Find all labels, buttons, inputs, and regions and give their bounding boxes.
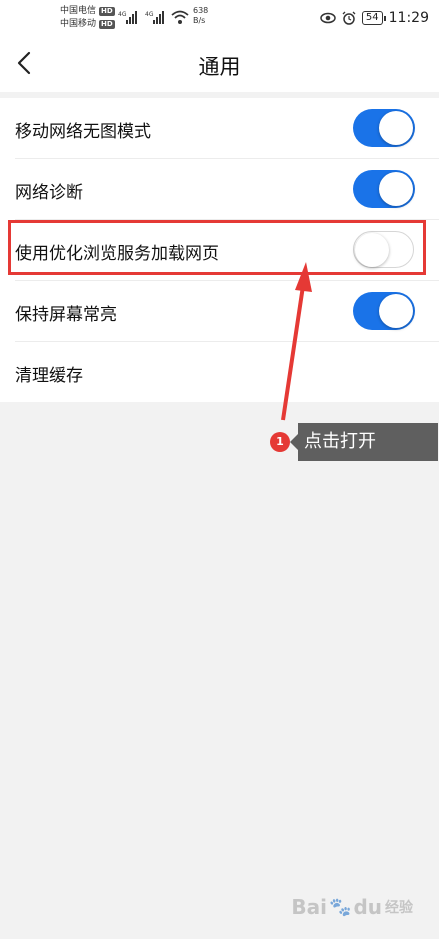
- step-number-badge: 1: [270, 432, 290, 452]
- annotation-tooltip: 点击打开: [290, 423, 438, 461]
- baidu-watermark: Bai 🐾 du 经验: [291, 895, 413, 919]
- watermark-brand-suffix: du: [353, 895, 382, 919]
- watermark-brand: Bai: [291, 895, 328, 919]
- annotation-arrow-icon: [281, 262, 312, 421]
- watermark-cn: 经验: [385, 900, 413, 916]
- paw-icon: 🐾: [329, 896, 352, 918]
